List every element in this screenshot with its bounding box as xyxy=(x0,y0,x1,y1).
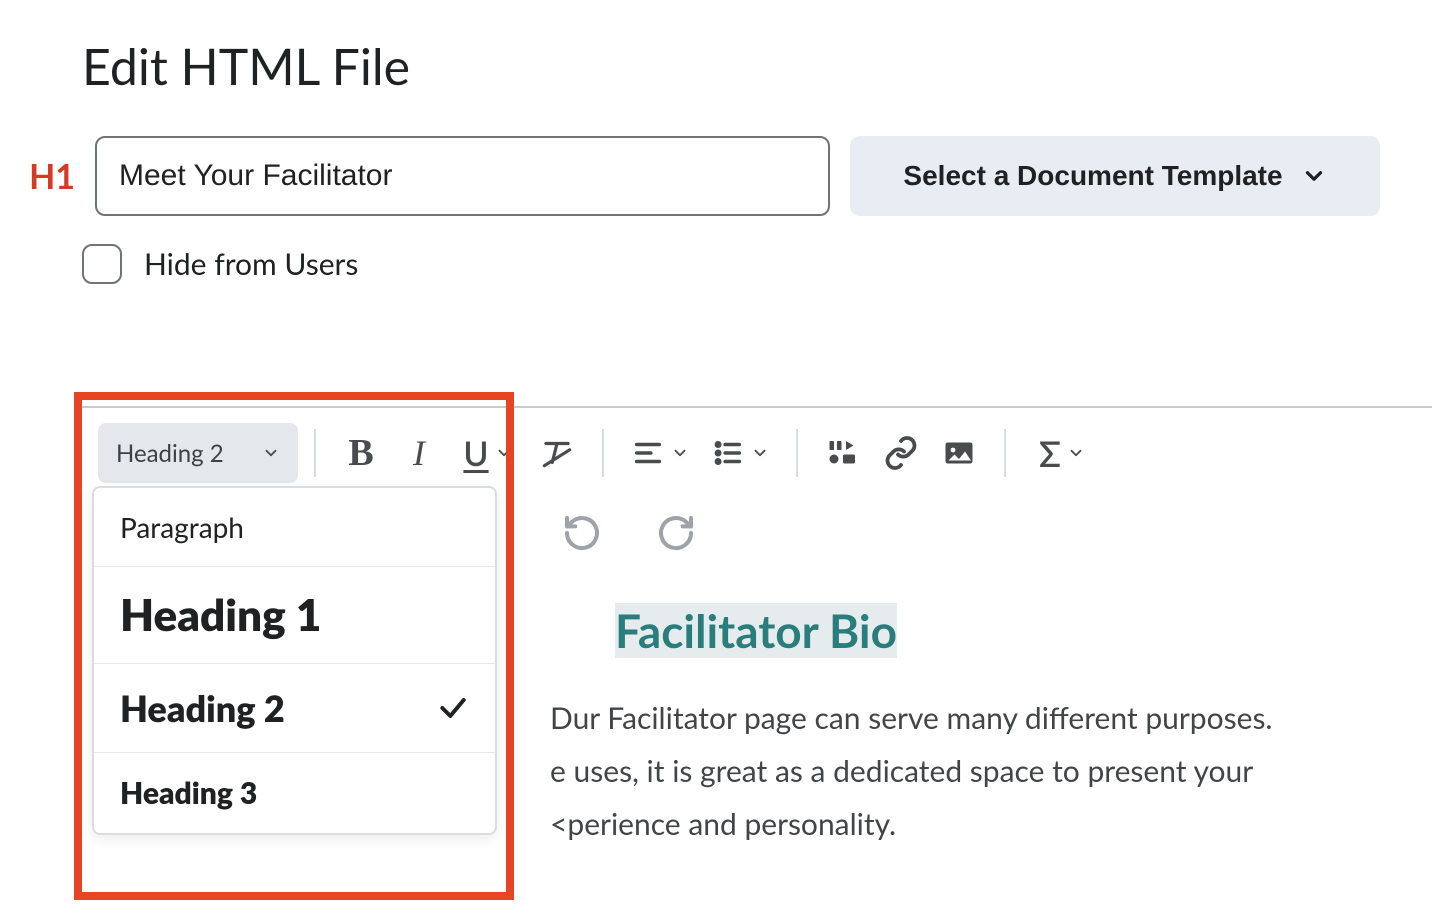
insert-link-button[interactable] xyxy=(872,423,930,483)
bold-button[interactable]: B xyxy=(332,423,390,483)
format-option-label: Heading 1 xyxy=(120,589,321,641)
align-icon xyxy=(631,436,665,470)
clear-format-button[interactable] xyxy=(528,423,586,483)
list-button[interactable] xyxy=(700,423,780,483)
undo-button[interactable] xyxy=(560,511,604,555)
text-style-group: B I U xyxy=(332,423,586,483)
toolbar-separator xyxy=(602,429,604,477)
hide-from-users-row: Hide from Users xyxy=(82,244,1432,284)
italic-icon: I xyxy=(413,432,425,474)
format-option-label: Paragraph xyxy=(120,510,244,544)
align-button[interactable] xyxy=(620,423,700,483)
format-select[interactable]: Heading 2 xyxy=(98,423,298,483)
format-option-heading-2[interactable]: Heading 2 xyxy=(94,664,495,753)
format-dropdown: Paragraph Heading 1 Heading 2 Heading 3 xyxy=(92,486,497,835)
content-line: e uses, it is great as a dedicated space… xyxy=(550,749,1372,794)
toolbar-separator xyxy=(1004,429,1006,477)
redo-icon xyxy=(656,513,696,553)
format-select-label: Heading 2 xyxy=(116,439,224,468)
h1-annotation-label: H1 xyxy=(20,156,75,197)
clear-format-icon xyxy=(538,434,576,472)
format-option-heading-1[interactable]: Heading 1 xyxy=(94,567,495,664)
page-title: Edit HTML File xyxy=(82,36,1432,96)
underline-icon: U xyxy=(463,433,488,474)
undo-icon xyxy=(562,513,602,553)
editor-toolbar-block: Heading 2 B I U xyxy=(80,408,1432,568)
chevron-down-icon xyxy=(671,444,689,462)
select-template-button[interactable]: Select a Document Template xyxy=(850,136,1380,216)
hide-from-users-label: Hide from Users xyxy=(144,246,358,282)
insert-stuff-button[interactable] xyxy=(814,423,872,483)
select-template-label: Select a Document Template xyxy=(903,160,1282,192)
hide-from-users-checkbox[interactable] xyxy=(82,244,122,284)
sigma-icon: Σ xyxy=(1039,431,1061,475)
equation-group: Σ xyxy=(1022,423,1102,483)
insert-stuff-icon xyxy=(825,435,861,471)
editor-toolbar: Heading 2 B I U xyxy=(80,408,1432,498)
link-icon xyxy=(883,435,919,471)
format-option-heading-3[interactable]: Heading 3 xyxy=(94,753,495,833)
check-icon xyxy=(437,692,469,724)
list-icon xyxy=(711,436,745,470)
chevron-down-icon xyxy=(751,444,769,462)
insert-image-button[interactable] xyxy=(930,423,988,483)
title-row: H1 Select a Document Template xyxy=(20,136,1432,216)
redo-button[interactable] xyxy=(654,511,698,555)
format-option-label: Heading 2 xyxy=(120,686,285,730)
content-line: <perience and personality. xyxy=(550,802,1372,847)
paragraph-group xyxy=(620,423,780,483)
chevron-down-icon xyxy=(1067,444,1085,462)
chevron-down-icon xyxy=(262,444,280,462)
toolbar-separator xyxy=(796,429,798,477)
content-line: Dur Facilitator page can serve many diff… xyxy=(550,696,1372,741)
chevron-down-icon xyxy=(1301,163,1327,189)
format-option-paragraph[interactable]: Paragraph xyxy=(94,488,495,567)
equation-button[interactable]: Σ xyxy=(1022,423,1102,483)
italic-button[interactable]: I xyxy=(390,423,448,483)
underline-button[interactable]: U xyxy=(448,423,528,483)
chevron-down-icon xyxy=(495,444,513,462)
editor-container: Heading 2 B I U xyxy=(80,406,1432,918)
selected-text: Facilitator Bio xyxy=(615,603,897,658)
title-input[interactable] xyxy=(95,136,830,216)
bold-icon: B xyxy=(348,431,373,475)
insert-group xyxy=(814,423,988,483)
image-icon xyxy=(941,435,977,471)
format-option-label: Heading 3 xyxy=(120,775,257,811)
toolbar-separator xyxy=(314,429,316,477)
